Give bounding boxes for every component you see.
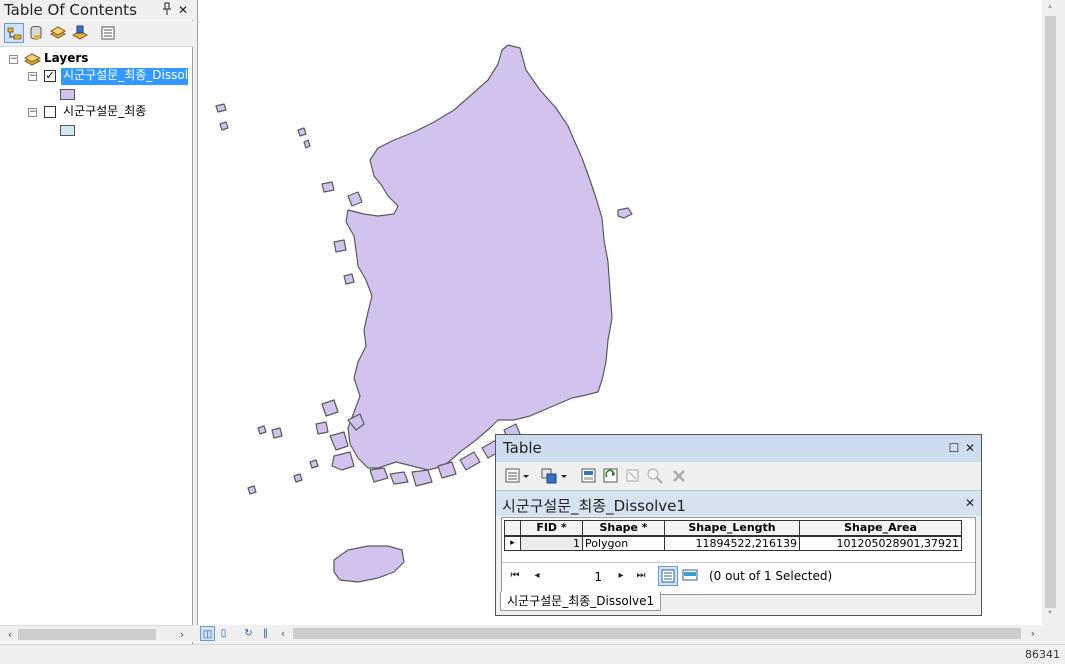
- options-icon[interactable]: [98, 23, 118, 43]
- cell-shape-area[interactable]: 101205028901,37921: [799, 535, 962, 551]
- clear-selection-icon[interactable]: [624, 467, 642, 485]
- column-header-fid[interactable]: FID *: [520, 520, 583, 537]
- attribute-grid: FID * Shape * Shape_Length Shape_Area ▸ …: [504, 520, 962, 551]
- table-row[interactable]: ▸ 1 Polygon 11894522,216139 101205028901…: [504, 535, 962, 551]
- table-window-title: Table: [503, 439, 542, 457]
- scroll-left-icon[interactable]: ‹: [2, 626, 18, 643]
- table-toolbar: [496, 463, 981, 489]
- cell-shape-length[interactable]: 11894522,216139: [664, 535, 800, 551]
- delete-selected-icon[interactable]: [670, 467, 688, 485]
- table-bottom-tab[interactable]: 시군구설문_최종_Dissolve1: [500, 592, 662, 611]
- toc-titlebar: Table Of Contents ✕: [0, 0, 193, 20]
- collapse-layers-toggle[interactable]: −: [9, 55, 18, 64]
- table-tab-header: 시군구설문_최종_Dissolve1 ✕: [496, 490, 981, 516]
- header-row: FID * Shape * Shape_Length Shape_Area: [504, 520, 962, 537]
- refresh-icon[interactable]: ↻: [241, 626, 256, 641]
- map-bottom-bar: ◫ ▯ ↻ ‖ ‹ ›: [197, 625, 1059, 642]
- toc-scroll-thumb[interactable]: [18, 629, 156, 640]
- list-by-visibility-icon[interactable]: [48, 23, 68, 43]
- pin-icon[interactable]: [160, 2, 174, 18]
- table-options-icon[interactable]: [504, 467, 532, 485]
- map-hscroll-thumb[interactable]: [293, 628, 1021, 639]
- next-record-icon[interactable]: ▸: [613, 569, 629, 583]
- status-bar: 86341: [0, 644, 1065, 664]
- toc-tree: − Layers − ✓ 시군구설문_최종_Dissolve1 − 시군구설문_…: [0, 48, 192, 624]
- last-record-icon[interactable]: ⏭: [633, 569, 649, 583]
- table-window: Table ☐ ✕ 시군구설문_최종_Dissolve1 ✕ FID * Sha…: [495, 434, 982, 616]
- row-selector-header: [504, 520, 521, 537]
- layer-1-visibility-checkbox[interactable]: ✓: [44, 70, 56, 82]
- toc-toolbar: [0, 21, 193, 47]
- toc-close-icon[interactable]: ✕: [176, 2, 190, 18]
- cell-fid[interactable]: 1: [520, 535, 583, 551]
- grid-divider: [502, 562, 975, 563]
- zoom-to-selected-icon[interactable]: [646, 467, 664, 485]
- related-tables-icon[interactable]: [540, 467, 570, 485]
- selection-count-text: (0 out of 1 Selected): [709, 569, 833, 583]
- table-window-close-icon[interactable]: ✕: [964, 441, 976, 455]
- layers-root-label[interactable]: Layers: [44, 51, 88, 66]
- select-by-attributes-icon[interactable]: [580, 467, 598, 485]
- status-coordinate: 86341: [1025, 648, 1060, 661]
- toc-horizontal-scrollbar[interactable]: ‹ ›: [0, 625, 193, 642]
- record-navigation-bar: ⏮ ◂ 1 ▸ ⏭ (0 out of 1 Selected): [499, 565, 969, 587]
- show-selected-records-icon[interactable]: [681, 567, 699, 585]
- table-of-contents-pane: Table Of Contents ✕ − Layers − ✓ 시군구설문_최…: [0, 0, 193, 645]
- layer-2-visibility-checkbox[interactable]: [44, 106, 56, 118]
- record-number-input[interactable]: 1: [547, 566, 607, 586]
- column-header-shape-length[interactable]: Shape_Length: [664, 520, 800, 537]
- layer-2-name[interactable]: 시군구설문_최종: [63, 104, 146, 119]
- maximize-icon[interactable]: ☐: [948, 441, 960, 455]
- column-header-shape-area[interactable]: Shape_Area: [799, 520, 962, 537]
- list-by-selection-icon[interactable]: [70, 23, 90, 43]
- layers-icon: [23, 52, 42, 69]
- collapse-layer-1-toggle[interactable]: −: [28, 72, 37, 81]
- table-tab-title: 시군구설문_최종_Dissolve1: [502, 497, 686, 515]
- collapse-layer-2-toggle[interactable]: −: [28, 108, 37, 117]
- toc-title: Table Of Contents: [4, 1, 137, 19]
- layout-view-icon[interactable]: ▯: [216, 626, 231, 641]
- scroll-right-icon[interactable]: ›: [174, 626, 190, 643]
- table-tab-close-icon[interactable]: ✕: [964, 496, 976, 510]
- show-all-records-icon[interactable]: [658, 566, 678, 586]
- pause-drawing-icon[interactable]: ‖: [258, 626, 273, 641]
- current-row-marker[interactable]: ▸: [504, 535, 521, 551]
- list-by-source-icon[interactable]: [26, 23, 46, 43]
- layer-2-symbol-swatch[interactable]: [60, 125, 75, 136]
- layer-1-name[interactable]: 시군구설문_최종_Dissolve1: [61, 68, 188, 85]
- layer-1-symbol-swatch[interactable]: [60, 89, 75, 100]
- previous-record-icon[interactable]: ◂: [529, 569, 545, 583]
- map-vscroll-thumb[interactable]: [1045, 16, 1056, 608]
- data-view-icon[interactable]: ◫: [200, 626, 215, 641]
- list-by-drawing-order-icon[interactable]: [4, 23, 24, 43]
- map-vertical-scrollbar[interactable]: ˄ ˅: [1042, 0, 1059, 625]
- cell-shape[interactable]: Polygon: [582, 535, 665, 551]
- map-scroll-left-icon[interactable]: ‹: [275, 625, 291, 642]
- map-scroll-right-icon[interactable]: ›: [1025, 625, 1041, 642]
- first-record-icon[interactable]: ⏮: [507, 569, 523, 583]
- table-window-titlebar[interactable]: Table ☐ ✕: [496, 435, 981, 462]
- scroll-down-icon[interactable]: ˅: [1042, 607, 1058, 624]
- column-header-shape[interactable]: Shape *: [582, 520, 665, 537]
- switch-selection-icon[interactable]: [602, 467, 620, 485]
